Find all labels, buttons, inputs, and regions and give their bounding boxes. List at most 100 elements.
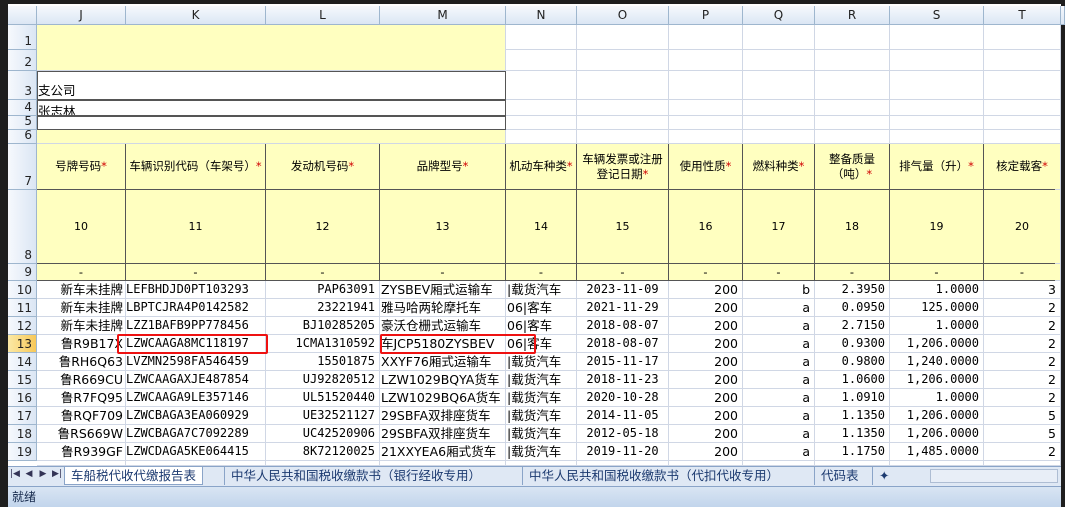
table-cell[interactable]: a [743, 299, 815, 317]
table-cell[interactable]: 8K72120025 [266, 443, 380, 461]
empty-cell[interactable] [506, 50, 577, 71]
table-cell[interactable]: 鲁RQF709 [37, 407, 126, 425]
table-cell[interactable]: 鲁R939GF [37, 443, 126, 461]
column-number-cell[interactable]: 15 [577, 190, 669, 264]
column-header[interactable]: K [126, 6, 266, 25]
column-header[interactable]: T [984, 6, 1061, 25]
table-cell[interactable]: a [743, 335, 815, 353]
table-cell[interactable]: LVZMN2598FA546459 [126, 353, 266, 371]
first-sheet-icon[interactable]: |◀ [10, 469, 20, 479]
table-cell[interactable]: 2 [984, 299, 1061, 317]
row-header[interactable]: 2 [8, 50, 37, 71]
empty-cell[interactable] [577, 116, 669, 130]
table-cell[interactable]: 2018-08-07 [577, 335, 669, 353]
column-number-cell[interactable]: 17 [743, 190, 815, 264]
table-cell[interactable]: 1.1350 [815, 425, 890, 443]
table-cell[interactable]: 2 [984, 371, 1061, 389]
row-header[interactable]: 11 [8, 299, 37, 317]
table-cell[interactable]: |载货汽车 [506, 389, 577, 407]
row-header[interactable]: 7 [8, 144, 37, 190]
empty-cell[interactable] [984, 130, 1061, 144]
table-cell[interactable]: 鲁R669CU [37, 371, 126, 389]
column-number-cell[interactable]: 11 [126, 190, 266, 264]
dash-cell[interactable]: - [743, 264, 815, 281]
column-header[interactable]: M [380, 6, 506, 25]
table-cell[interactable]: 2 [984, 389, 1061, 407]
table-cell[interactable]: LZWCBAGA3EA060929 [126, 407, 266, 425]
table-cell[interactable]: 豪沃仓栅式运输车 [380, 317, 506, 335]
table-cell[interactable]: b [743, 281, 815, 299]
table-cell[interactable]: 2 [984, 317, 1061, 335]
dash-cell[interactable]: - [815, 264, 890, 281]
table-cell[interactable]: 鲁RS669W [37, 425, 126, 443]
contact-name-cell[interactable]: 张志林 [37, 100, 506, 116]
column-header[interactable]: Q [743, 6, 815, 25]
column-number-cell[interactable]: 10 [37, 190, 126, 264]
table-cell[interactable]: 新车未挂牌 [37, 317, 126, 335]
table-cell[interactable]: 0.9300 [815, 335, 890, 353]
table-cell[interactable]: 29SBFA双排座货车 [380, 407, 506, 425]
prev-sheet-icon[interactable]: ◀ [24, 469, 34, 479]
table-cell[interactable]: 2.7150 [815, 317, 890, 335]
dash-cell[interactable]: - [37, 264, 126, 281]
header-edge[interactable] [1055, 144, 1061, 190]
next-sheet-icon[interactable]: ▶ [38, 469, 48, 479]
table-cell[interactable]: 1,206.0000 [890, 371, 984, 389]
empty-cell[interactable] [669, 71, 743, 100]
row-header[interactable]: 10 [8, 281, 37, 299]
header-block[interactable] [37, 25, 506, 71]
sheet-tab-bank[interactable]: 中华人民共和国税收缴款书（银行经收专用） [224, 467, 487, 485]
table-cell[interactable]: a [743, 353, 815, 371]
empty-cell[interactable] [890, 71, 984, 100]
dash-cell[interactable]: - [126, 264, 266, 281]
column-header[interactable]: N [506, 6, 577, 25]
empty-cell[interactable] [890, 116, 984, 130]
column-label-cell[interactable]: 车辆识别代码（车架号）* [126, 144, 266, 190]
table-cell[interactable]: LZWCBAGA7C7092289 [126, 425, 266, 443]
empty-cell[interactable] [577, 25, 669, 50]
column-header[interactable]: P [669, 6, 743, 25]
column-number-cell[interactable]: 19 [890, 190, 984, 264]
last-sheet-icon[interactable]: ▶| [52, 469, 62, 479]
table-cell[interactable]: UL51520440 [266, 389, 380, 407]
table-cell[interactable]: 1.0910 [815, 389, 890, 407]
table-cell[interactable]: 2018-08-07 [577, 317, 669, 335]
table-cell[interactable]: a [743, 371, 815, 389]
column-number-cell[interactable]: 12 [266, 190, 380, 264]
empty-cell[interactable] [506, 116, 577, 130]
table-cell[interactable]: 200 [669, 353, 743, 371]
table-cell[interactable]: 2023-11-09 [577, 281, 669, 299]
empty-cell[interactable] [890, 130, 984, 144]
table-cell[interactable]: 雅马哈两轮摩托车 [380, 299, 506, 317]
empty-cell[interactable] [506, 25, 577, 50]
table-cell[interactable]: 新车未挂牌 [37, 281, 126, 299]
table-cell[interactable]: a [743, 389, 815, 407]
table-cell[interactable]: 200 [669, 281, 743, 299]
empty-cell[interactable] [743, 71, 815, 100]
table-cell[interactable]: a [743, 443, 815, 461]
table-cell[interactable]: |载货汽车 [506, 353, 577, 371]
row-header[interactable]: 16 [8, 389, 37, 407]
table-cell[interactable]: 1,206.0000 [890, 425, 984, 443]
table-cell[interactable]: 2012-05-18 [577, 425, 669, 443]
empty-cell[interactable] [669, 130, 743, 144]
empty-cell[interactable] [890, 100, 984, 116]
row-header[interactable]: 17 [8, 407, 37, 425]
table-cell[interactable]: |载货汽车 [506, 443, 577, 461]
empty-cell[interactable] [984, 116, 1061, 130]
table-cell[interactable]: 1.0000 [890, 389, 984, 407]
insert-sheet-icon[interactable]: ✦ [872, 467, 892, 485]
select-all-corner[interactable] [8, 6, 37, 25]
empty-cell[interactable] [743, 130, 815, 144]
dash-cell[interactable]: - [577, 264, 669, 281]
column-label-cell[interactable]: 发动机号码* [266, 144, 380, 190]
row-header[interactable]: 15 [8, 371, 37, 389]
table-cell[interactable]: 2015-11-17 [577, 353, 669, 371]
empty-cell[interactable] [984, 100, 1061, 116]
table-cell[interactable]: 29SBFA双排座货车 [380, 425, 506, 443]
table-cell[interactable]: 新车未挂牌 [37, 299, 126, 317]
table-cell[interactable]: UE32521127 [266, 407, 380, 425]
column-header[interactable]: S [890, 6, 984, 25]
column-header[interactable]: R [815, 6, 890, 25]
table-cell[interactable]: UC42520906 [266, 425, 380, 443]
